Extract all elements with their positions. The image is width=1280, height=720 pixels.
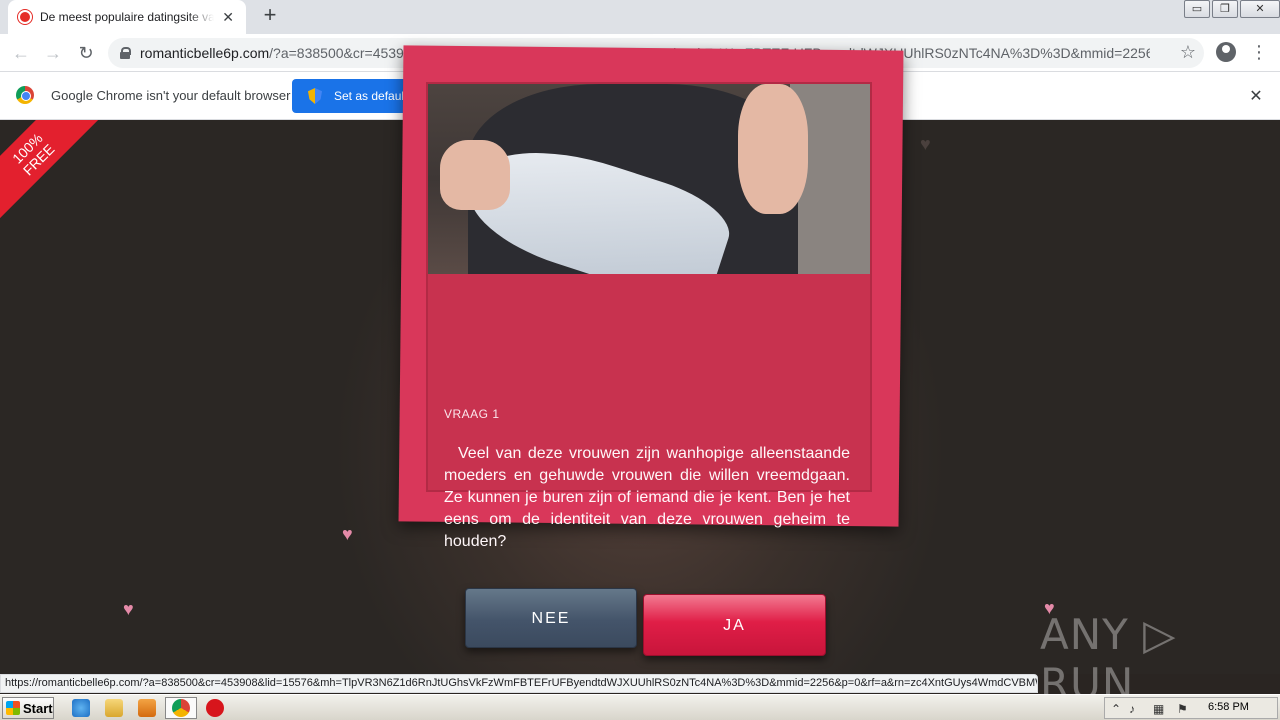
heart-icon: ♥ <box>342 524 353 544</box>
menu-kebab-icon[interactable]: ⋮ <box>1250 40 1268 64</box>
flag-icon[interactable]: ⚑ <box>1177 702 1188 716</box>
back-button[interactable]: ← <box>8 40 34 66</box>
heart-icon: ♥ <box>123 599 134 619</box>
tab-close-icon[interactable]: ✕ <box>220 9 236 26</box>
window-controls: ▭ ❐ ✕ <box>1182 0 1280 20</box>
alert-icon[interactable] <box>206 699 224 717</box>
new-tab-button[interactable]: + <box>258 4 282 28</box>
tab-strip: De meest populaire datingsite van de ✕ +… <box>0 0 1280 34</box>
photo-hand <box>440 140 510 210</box>
chrome-logo-icon <box>16 86 34 104</box>
question-text: Veel van deze vrouwen zijn wanhopige all… <box>444 445 850 550</box>
lock-icon <box>120 47 131 59</box>
infobar-close-icon[interactable]: ✕ <box>1248 86 1264 106</box>
chevron-up-icon[interactable]: ⌃ <box>1111 702 1121 716</box>
shield-icon <box>308 88 322 104</box>
site-favicon-icon <box>18 10 32 24</box>
infobar-message: Google Chrome isn't your default browser <box>51 88 291 103</box>
yes-button[interactable]: JA <box>643 594 826 656</box>
set-as-default-label: Set as default <box>334 89 408 103</box>
restore-button[interactable]: ❐ <box>1212 0 1238 18</box>
tab-active[interactable]: De meest populaire datingsite van de ✕ <box>8 0 246 34</box>
heart-icon: ♥ <box>920 134 931 154</box>
free-ribbon: 100% FREE <box>0 120 116 237</box>
minimize-button[interactable]: ▭ <box>1184 0 1210 18</box>
quiz-photo <box>428 84 870 274</box>
forward-button[interactable]: → <box>40 40 66 66</box>
start-label: Start <box>23 700 53 716</box>
taskbar: Start ⌃ ♪ ▦ ⚑ 6:58 PM <box>0 694 1280 720</box>
no-button[interactable]: NEE <box>465 588 637 648</box>
internet-explorer-icon[interactable] <box>72 699 90 717</box>
media-player-icon[interactable] <box>138 699 156 717</box>
start-button[interactable]: Start <box>2 697 54 719</box>
chrome-icon <box>172 699 190 717</box>
url-host: romanticbelle6p.com <box>140 45 270 61</box>
close-window-button[interactable]: ✕ <box>1240 0 1280 18</box>
clock[interactable]: 6:58 PM <box>1208 701 1249 713</box>
bookmark-star-icon[interactable]: ☆ <box>1180 42 1196 63</box>
reload-button[interactable]: ↻ <box>73 40 99 66</box>
windows-logo-icon <box>6 701 20 715</box>
quiz-panel <box>426 82 872 492</box>
system-tray: ⌃ ♪ ▦ ⚑ <box>1104 697 1278 719</box>
question-number: VRAAG 1 <box>444 407 500 421</box>
status-url-bar: https://romanticbelle6p.com/?a=838500&cr… <box>0 674 1038 693</box>
network-icon[interactable]: ▦ <box>1153 702 1164 716</box>
set-as-default-button[interactable]: Set as default <box>292 79 419 113</box>
photo-hand <box>738 84 808 214</box>
folder-icon[interactable] <box>105 699 123 717</box>
speaker-icon[interactable]: ♪ <box>1129 702 1135 716</box>
profile-avatar-icon[interactable] <box>1216 42 1236 62</box>
tab-title: De meest populaire datingsite van de <box>40 10 215 24</box>
ribbon-line-2: FREE <box>19 140 58 179</box>
